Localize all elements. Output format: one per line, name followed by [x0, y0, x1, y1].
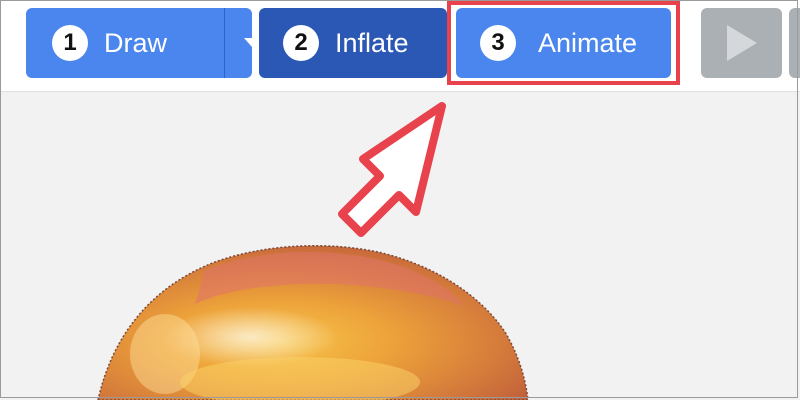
drawing-canvas[interactable]	[0, 92, 800, 400]
toolbar-overflow-button[interactable]	[789, 8, 800, 78]
inflate-label: Inflate	[335, 27, 409, 58]
inflate-button[interactable]: 2 Inflate	[259, 8, 447, 78]
draw-button[interactable]: 1 Draw	[26, 8, 260, 78]
play-button[interactable]	[701, 8, 782, 78]
inflated-drawing	[97, 244, 529, 400]
step-number-badge: 3	[480, 25, 516, 61]
animate-button[interactable]: 3 Animate	[456, 8, 671, 78]
draw-label: Draw	[104, 27, 168, 58]
animate-label: Animate	[538, 27, 638, 58]
step-number-badge: 1	[52, 25, 88, 61]
caret-down-icon	[243, 38, 260, 47]
step-number-badge: 2	[283, 25, 319, 61]
play-icon	[726, 25, 757, 61]
toolbar: 1 Draw 2 Inflate 3 Animate	[0, 0, 800, 92]
